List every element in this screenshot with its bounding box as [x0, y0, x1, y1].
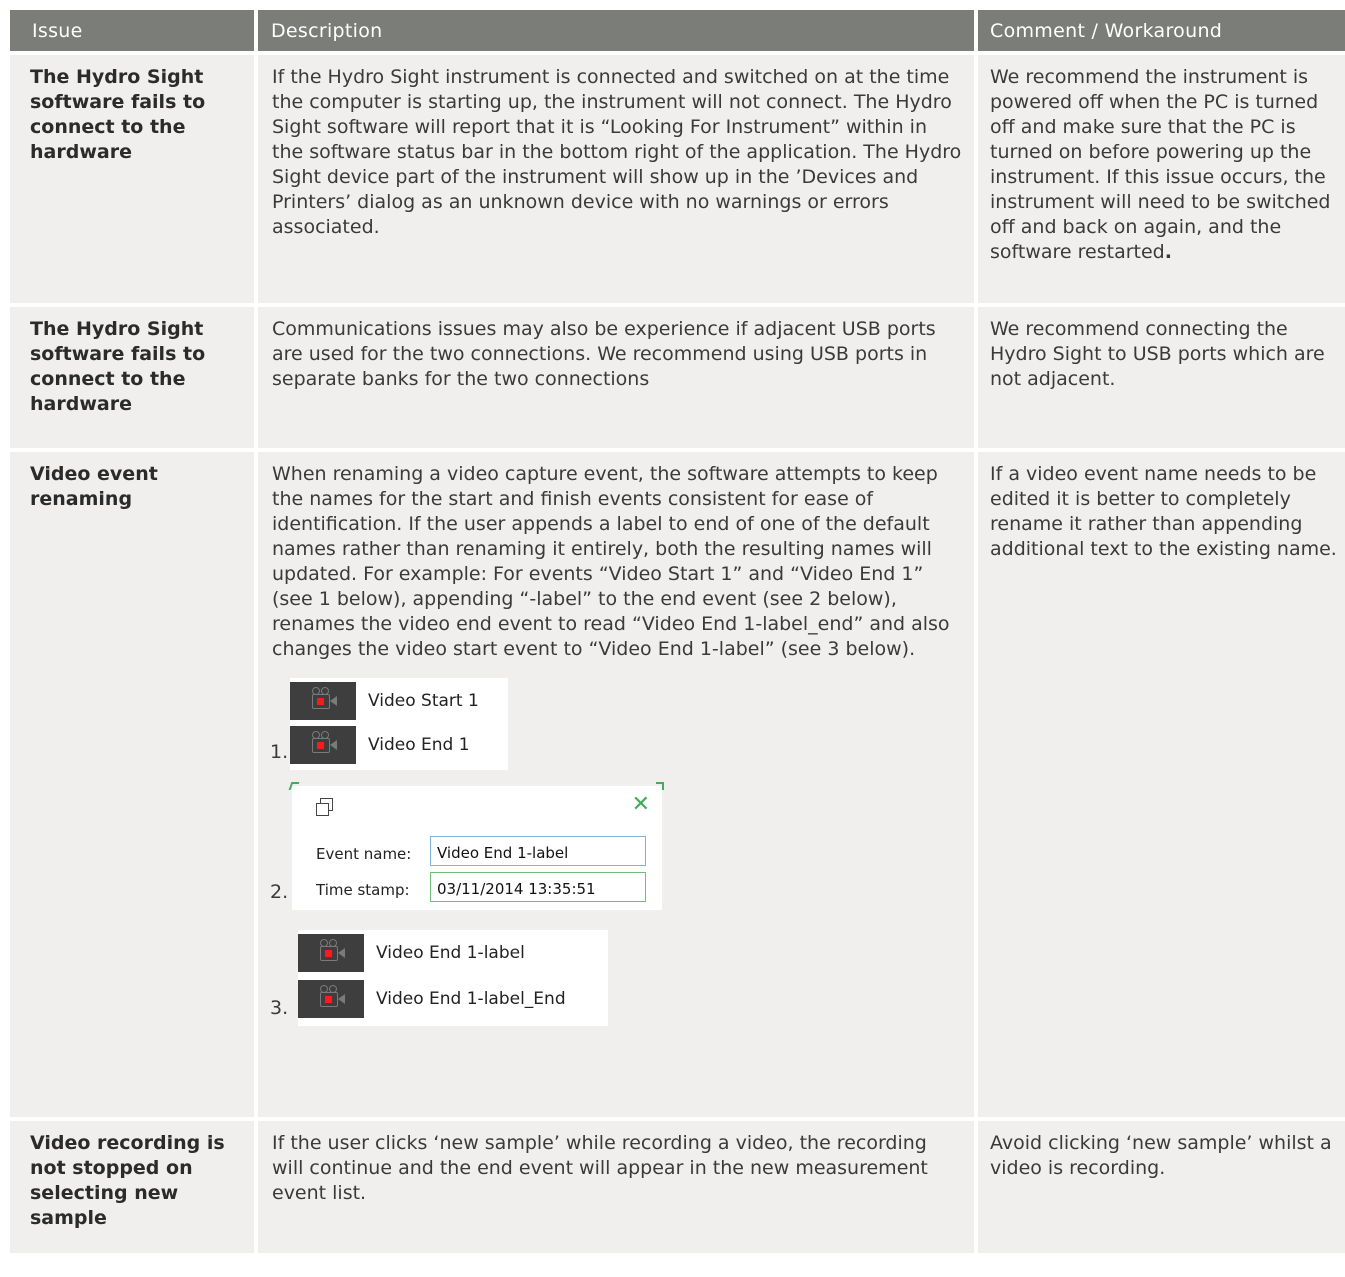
figure-1: 1. Video Start 1 Video End 1	[270, 674, 962, 770]
comment-cell: Avoid clicking ‘new sample’ whilst a vid…	[978, 1121, 1345, 1253]
event-edit-dialog: ✕ Event name: Video End 1-label Time sta…	[288, 782, 664, 910]
figure-2: 2. ✕ Event name: Video End 1-label Time …	[270, 782, 962, 914]
issue-cell: The Hydro Sight software fails to connec…	[10, 307, 254, 448]
event-list: Video End 1-label Video End 1-label_End	[298, 930, 608, 1026]
description-cell: When renaming a video capture event, the…	[258, 452, 974, 1117]
event-label: Video Start 1	[368, 690, 479, 711]
comment-cell: If a video event name needs to be edited…	[978, 452, 1345, 1117]
header-description: Description	[258, 10, 974, 51]
comment-text: We recommend the instrument is powered o…	[990, 66, 1331, 263]
time-stamp-input[interactable]: 03/11/2014 13:35:51	[430, 872, 646, 902]
figure-number: 1.	[270, 741, 289, 763]
close-icon[interactable]: ✕	[632, 792, 650, 817]
video-camera-icon	[298, 980, 364, 1018]
event-label: Video End 1	[368, 734, 470, 755]
event-name-input[interactable]: Video End 1-label	[430, 836, 646, 866]
table-row: Video event renaming When renaming a vid…	[10, 452, 1345, 1117]
event-name-label: Event name:	[316, 845, 412, 863]
event-list: Video Start 1 Video End 1	[290, 678, 508, 770]
event-item[interactable]: Video End 1	[290, 726, 470, 764]
comment-cell: We recommend connecting the Hydro Sight …	[978, 307, 1345, 448]
event-label: Video End 1-label	[376, 942, 525, 963]
table-row: The Hydro Sight software fails to connec…	[10, 55, 1345, 303]
issue-cell: Video recording is not stopped on select…	[10, 1121, 254, 1253]
description-text: When renaming a video capture event, the…	[272, 463, 950, 660]
event-label: Video End 1-label_End	[376, 988, 566, 1009]
table-row: The Hydro Sight software fails to connec…	[10, 307, 1345, 448]
header-comment: Comment / Workaround	[978, 10, 1345, 51]
comment-cell: We recommend the instrument is powered o…	[978, 55, 1345, 303]
video-camera-icon	[290, 726, 356, 764]
table-row: Video recording is not stopped on select…	[10, 1121, 1345, 1253]
issue-cell: The Hydro Sight software fails to connec…	[10, 55, 254, 303]
figure-3: 3. Video End 1-label Video End 1-label_E…	[270, 926, 962, 1026]
issues-table: Issue Description Comment / Workaround T…	[10, 10, 1345, 1253]
figure-number: 3.	[270, 997, 289, 1019]
figure-number: 2.	[270, 881, 289, 903]
event-item[interactable]: Video End 1-label_End	[298, 980, 566, 1018]
video-camera-icon	[290, 682, 356, 720]
time-stamp-label: Time stamp:	[316, 881, 410, 899]
event-item[interactable]: Video End 1-label	[298, 934, 525, 972]
video-camera-icon	[298, 934, 364, 972]
header-issue: Issue	[10, 10, 254, 51]
table-header: Issue Description Comment / Workaround	[10, 10, 1345, 51]
restore-icon[interactable]	[316, 798, 333, 816]
description-cell: If the Hydro Sight instrument is connect…	[258, 55, 974, 303]
description-cell: Communications issues may also be experi…	[258, 307, 974, 448]
comment-period: .	[1164, 241, 1172, 263]
description-cell: If the user clicks ‘new sample’ while re…	[258, 1121, 974, 1253]
issue-cell: Video event renaming	[10, 452, 254, 1117]
event-item[interactable]: Video Start 1	[290, 682, 479, 720]
